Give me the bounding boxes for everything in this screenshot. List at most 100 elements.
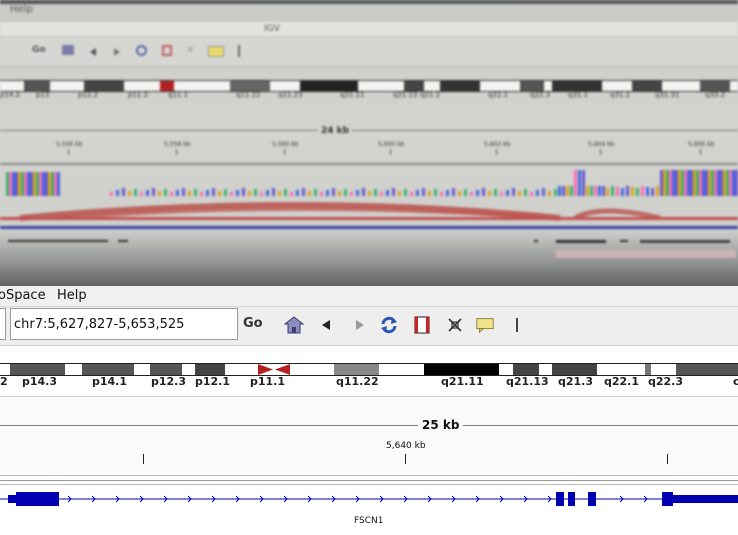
ideogram-band: [82, 364, 134, 375]
band-label: q11.22: [336, 375, 379, 388]
gene-exon-utr: [8, 495, 16, 503]
photo-coverage-bar: [626, 186, 629, 196]
photo-coverage-bar: [524, 189, 527, 196]
popup-text-icon[interactable]: [475, 315, 495, 335]
band-label: 2: [0, 375, 8, 388]
gene-exon: [556, 492, 564, 506]
home-icon[interactable]: [284, 315, 304, 335]
ideogram-band: [150, 364, 182, 375]
photo-tick: [496, 149, 497, 155]
photo-band-label: p14.2: [0, 91, 21, 99]
photo-coverage-bar: [590, 186, 593, 196]
ideogram-band: [424, 364, 499, 375]
ideogram-band: [195, 364, 225, 375]
photo-tick: [600, 149, 601, 155]
forward-arrow-icon[interactable]: [349, 315, 369, 335]
track-separator: [0, 475, 738, 476]
photo-coverage-bar: [302, 188, 305, 196]
photo-coverage-bar: [611, 186, 614, 196]
photo-coverage-bar: [434, 189, 437, 196]
photo-tick-label: 5,602 kb: [484, 141, 511, 148]
locus-search-input[interactable]: [10, 308, 238, 340]
photo-band-label: q33.2: [705, 91, 726, 99]
photo-coverage-bar: [272, 188, 275, 196]
band-label: q22.1: [604, 375, 640, 388]
band-label: p12.1: [195, 375, 231, 388]
photo-coverage-bar: [558, 186, 561, 196]
toolbar-separator: [516, 318, 518, 332]
track-separator: [0, 484, 738, 485]
photo-menu-help: Help: [10, 4, 33, 15]
photo-band-label: p11.2: [128, 91, 149, 99]
refresh-icon[interactable]: [379, 315, 399, 335]
photo-coverage-bar: [374, 189, 377, 196]
photo-coverage-bar: [422, 188, 425, 196]
centromere-marker: [258, 364, 290, 375]
photo-tick: [284, 149, 285, 155]
photo-coverage-bar: [404, 189, 407, 196]
photo-coverage-bar: [482, 188, 485, 196]
photo-coverage-bar: [512, 188, 515, 196]
photo-band-label: q21.11: [340, 91, 365, 99]
genome-dropdown-edge[interactable]: [0, 308, 6, 340]
photo-coverage-bar: [656, 186, 659, 196]
photo-coverage-bar: [494, 189, 497, 196]
photo-back-icon: [90, 48, 96, 56]
photo-coverage-bar: [651, 188, 654, 196]
photo-splice-arcs: [0, 202, 738, 221]
menu-bar: oSpace Help: [0, 286, 738, 307]
photo-coverage-bar: [542, 188, 545, 196]
photo-coverage-bar: [164, 189, 167, 196]
photo-tick-label: 5,558 kb: [164, 141, 191, 148]
photo-coverage-bar: [636, 188, 639, 196]
resize-to-window-icon[interactable]: [445, 315, 465, 335]
photo-coverage-bar: [578, 170, 581, 196]
photo-scale-label: 24 kb: [318, 126, 353, 136]
photo-coverage-bar: [392, 188, 395, 196]
photo-band-label: q22.1: [488, 91, 509, 99]
photo-tick: [68, 149, 69, 155]
gene-exon-utr: [673, 495, 738, 503]
panel-divider: [0, 396, 738, 397]
photo-band-label: q31.1: [568, 91, 589, 99]
ruler-tick: [667, 454, 668, 464]
ideogram-band: [676, 364, 738, 375]
photo-coverage-bar: [152, 188, 155, 196]
gene-exon: [588, 492, 596, 506]
go-button[interactable]: Go: [243, 309, 267, 339]
photo-tick: [176, 149, 177, 155]
photo-coverage-bar: [582, 170, 585, 196]
band-label: p12.3: [151, 375, 187, 388]
ruler-panel[interactable]: [0, 396, 738, 476]
coordinate-label: 5,640 kb: [386, 441, 426, 451]
photo-band-label: p12.2: [78, 91, 99, 99]
photo-band-label: q11.23: [278, 91, 303, 99]
photo-coverage-bar: [566, 186, 569, 196]
photo-coverage-bar: [224, 189, 227, 196]
band-label: q22.3: [648, 375, 684, 388]
photo-coverage-bar: [602, 186, 605, 196]
photo-band-label: q21.2: [420, 91, 441, 99]
region-of-interest-icon[interactable]: [412, 315, 432, 335]
photo-coverage-bar: [314, 189, 317, 196]
photo-coverage-bar: [464, 189, 467, 196]
gene-track[interactable]: [0, 486, 738, 514]
back-arrow-icon[interactable]: [317, 315, 337, 335]
scale-label: 25 kb: [418, 418, 464, 432]
photo-tick-label: 5,604 kb: [588, 141, 615, 148]
photo-coverage-bar: [254, 189, 257, 196]
monitor-photo: Help IGV Go ✕ p14.2 p13 p12.2 p11.2 q11.1: [0, 0, 738, 286]
photo-tick: [700, 149, 701, 155]
photo-band-label: q31.2: [610, 91, 631, 99]
photo-refresh-icon: [136, 45, 147, 56]
photo-coverage-bar: [574, 170, 577, 196]
menu-item-help[interactable]: Help: [57, 288, 87, 303]
gene-name-label: FSCN1: [354, 516, 384, 526]
photo-coverage-bar: [284, 189, 287, 196]
photo-go-label: Go: [32, 45, 46, 55]
photo-band-label: p13: [36, 91, 50, 99]
menu-item-workspace[interactable]: oSpace: [0, 288, 46, 303]
band-label: q21.13: [506, 375, 549, 388]
photo-coverage-bar: [57, 172, 60, 196]
photo-coverage-bar: [194, 189, 197, 196]
